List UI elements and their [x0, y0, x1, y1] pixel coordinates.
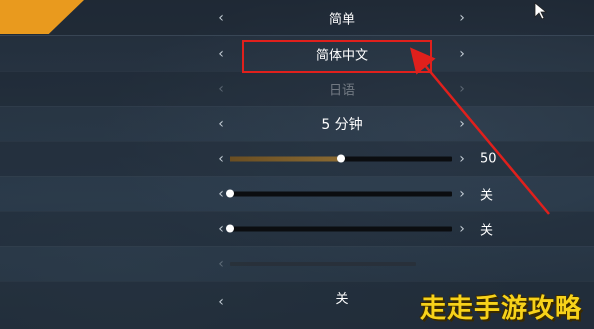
red-arrow-icon — [409, 47, 550, 215]
mouse-pointer-icon — [534, 2, 548, 20]
watermark: 走走手游攻略 — [419, 294, 582, 324]
